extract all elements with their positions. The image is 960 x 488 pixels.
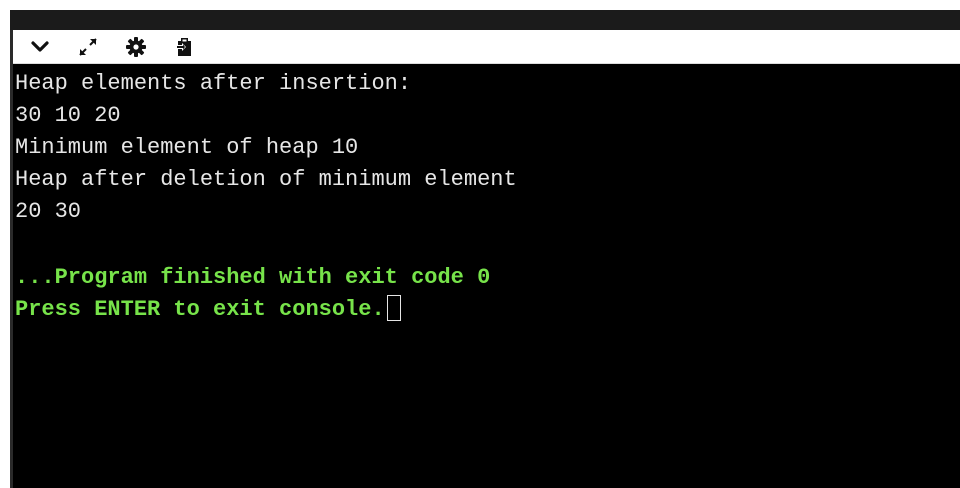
copy-output-button[interactable] — [171, 34, 197, 60]
clipboard-icon — [176, 37, 191, 56]
collapse-console-button[interactable] — [27, 34, 53, 60]
text-cursor — [386, 295, 401, 321]
exit-prompt-line: Press ENTER to exit console. — [15, 294, 401, 326]
console-settings-button[interactable] — [123, 34, 149, 60]
exit-status-line: ...Program finished with exit code 0 — [15, 265, 491, 290]
console-toolbar — [13, 30, 960, 64]
output-line: 20 30 — [15, 199, 82, 224]
expand-icon — [79, 37, 97, 56]
output-line: Heap after deletion of minimum element — [15, 167, 517, 192]
gear-icon — [126, 36, 146, 57]
top-strip — [0, 0, 960, 10]
chevron-down-icon — [31, 40, 49, 52]
console-output[interactable]: Heap elements after insertion: 30 10 20 … — [13, 64, 960, 488]
output-line: Heap elements after insertion: — [15, 71, 412, 96]
output-line: Minimum element of heap 10 — [15, 135, 359, 160]
window-frame — [0, 0, 10, 488]
output-line: 30 10 20 — [15, 103, 121, 128]
maximize-console-button[interactable] — [75, 34, 101, 60]
title-bar — [10, 10, 960, 30]
exit-prompt-text: Press ENTER to exit console. — [15, 297, 385, 322]
